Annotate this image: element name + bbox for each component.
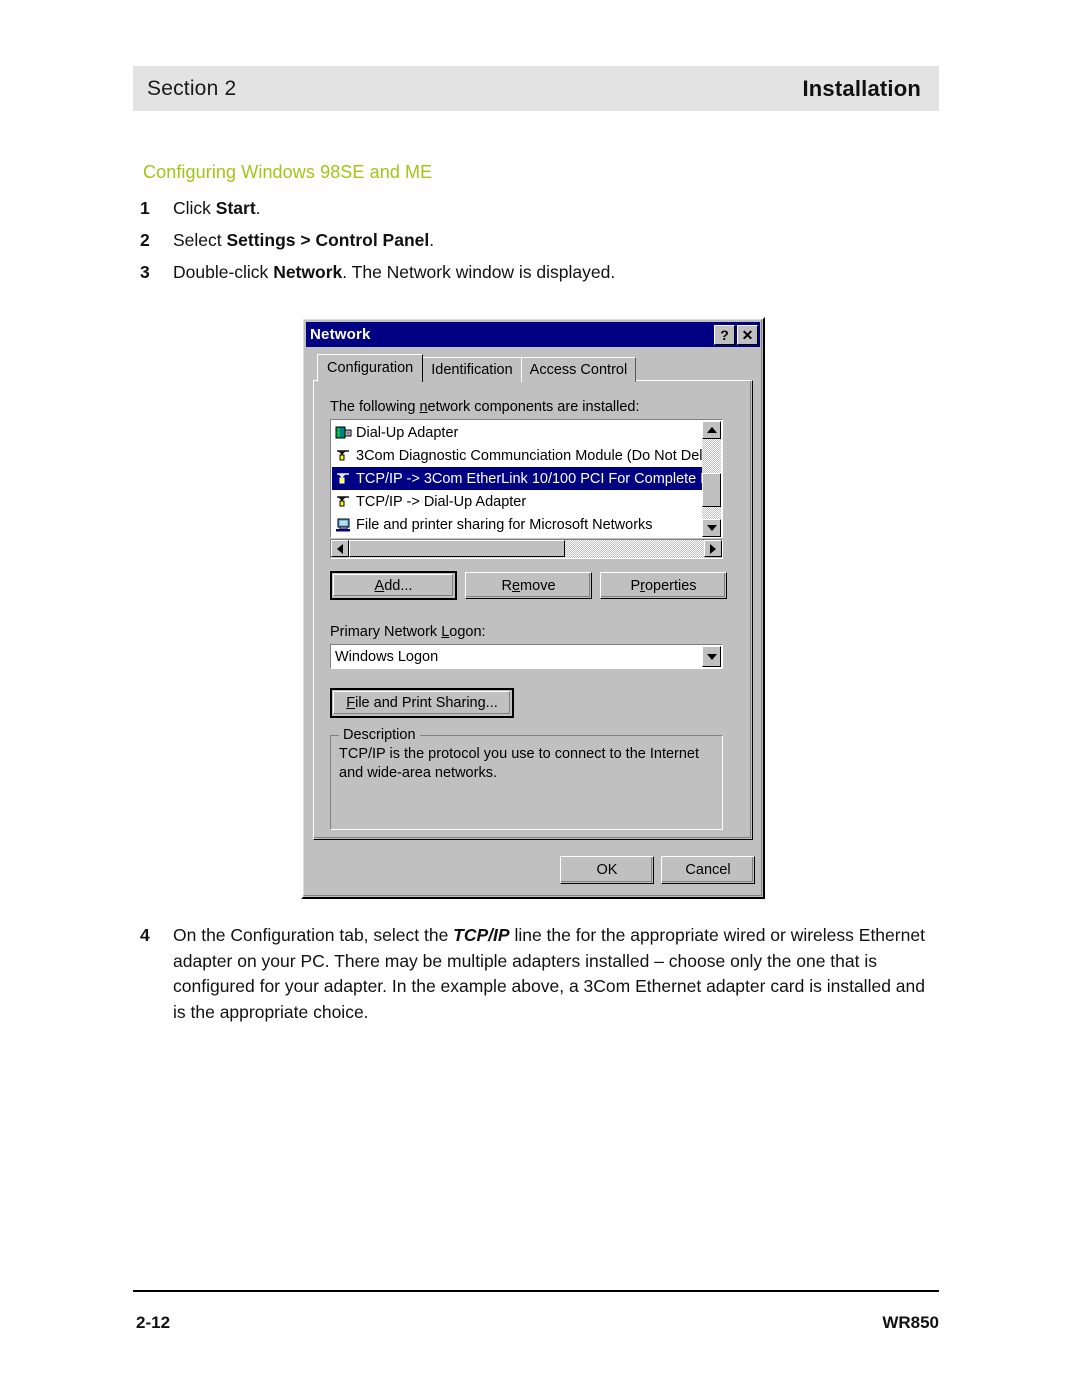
tab-identification[interactable]: Identification — [422, 357, 522, 382]
properties-button[interactable]: Properties — [600, 572, 727, 599]
help-icon[interactable]: ? — [714, 324, 735, 345]
ok-button[interactable]: OK — [560, 856, 654, 884]
list-item-label: TCP/IP -> Dial-Up Adapter — [356, 493, 527, 510]
protocol-icon — [335, 494, 353, 510]
tab-access-control[interactable]: Access Control — [520, 357, 637, 382]
list-scroll-area: Dial-Up Adapter 3Com Diagnostic Communci… — [332, 421, 704, 537]
step-number: 2 — [140, 230, 150, 250]
network-adapter-icon — [335, 425, 353, 441]
scroll-left-button[interactable] — [331, 540, 349, 557]
step-number: 1 — [140, 198, 150, 218]
list-item[interactable]: File and printer sharing for Microsoft N… — [332, 513, 704, 536]
step-item: 1 Click Start. — [140, 196, 840, 221]
arrow-right-icon — [710, 543, 716, 554]
dialog-title-bar[interactable]: Network ? ✕ — [306, 322, 760, 347]
list-item-label: File and printer sharing for Microsoft N… — [356, 516, 653, 533]
dialog-title: Network — [310, 326, 371, 343]
dialog-tabs: Configuration Identification Access Cont… — [317, 354, 637, 382]
arrow-down-glyph — [706, 653, 717, 660]
arrow-left-icon — [337, 543, 343, 554]
add-button[interactable]: Add... — [330, 571, 457, 600]
step-text: Click Start. — [173, 198, 261, 218]
list-item[interactable]: Dial-Up Adapter — [332, 421, 704, 444]
primary-logon-select[interactable]: Windows Logon — [330, 644, 723, 669]
list-item-selected[interactable]: TCP/IP -> 3Com EtherLink 10/100 PCI For … — [332, 467, 704, 490]
scroll-down-button[interactable] — [702, 519, 721, 537]
subsection-heading: Configuring Windows 98SE and ME — [143, 162, 433, 182]
step-text: Double-click Network. The Network window… — [173, 262, 616, 282]
list-vertical-scrollbar[interactable] — [702, 421, 721, 537]
network-dialog: Network ? ✕ Configuration Identification… — [301, 317, 765, 899]
protocol-icon — [335, 471, 353, 487]
step-item: 2 Select Settings > Control Panel. — [140, 228, 840, 253]
list-item[interactable]: TCP/IP -> Dial-Up Adapter — [332, 490, 704, 513]
step-text: Select Settings > Control Panel. — [173, 230, 435, 250]
page-number: 2-12 — [136, 1313, 171, 1332]
network-components-list[interactable]: Dial-Up Adapter 3Com Diagnostic Communci… — [330, 419, 723, 538]
list-item[interactable]: 3Com Diagnostic Communciation Module (Do… — [332, 444, 704, 467]
close-icon[interactable]: ✕ — [737, 324, 758, 345]
step-item: 4 On the Configuration tab, select the T… — [140, 923, 940, 1025]
chevron-down-icon[interactable] — [702, 646, 721, 667]
file-print-sharing-button[interactable]: File and Print Sharing... — [330, 688, 514, 718]
vertical-scroll-thumb[interactable] — [702, 473, 721, 507]
description-text: TCP/IP is the protocol you use to connec… — [339, 746, 700, 781]
cancel-button[interactable]: Cancel — [661, 856, 755, 884]
description-title: Description — [339, 727, 420, 743]
horizontal-scroll-thumb[interactable] — [349, 540, 565, 557]
scroll-right-button[interactable] — [704, 540, 722, 557]
scroll-up-button[interactable] — [702, 421, 721, 439]
step-number: 3 — [140, 262, 150, 282]
step-number: 4 — [140, 925, 150, 945]
list-item-label: TCP/IP -> 3Com EtherLink 10/100 PCI For … — [356, 470, 704, 487]
list-horizontal-scrollbar[interactable] — [330, 539, 723, 559]
list-item-label: Dial-Up Adapter — [356, 424, 459, 441]
arrow-up-icon — [706, 427, 717, 433]
tab-configuration[interactable]: Configuration — [317, 354, 424, 382]
page-header: Section 2 Installation — [133, 66, 939, 111]
remove-button[interactable]: Remove — [465, 572, 592, 599]
primary-logon-value: Windows Logon — [335, 648, 439, 665]
page-title: Installation — [802, 75, 921, 101]
arrow-down-icon — [706, 525, 717, 531]
footer-divider — [133, 1290, 939, 1292]
model-number: WR850 — [882, 1313, 939, 1332]
primary-logon-label: Primary Network Logon: — [330, 624, 486, 640]
protocol-icon — [335, 448, 353, 464]
components-label: The following network components are ins… — [330, 399, 640, 415]
section-label: Section 2 — [147, 76, 237, 100]
step-item: 3 Double-click Network. The Network wind… — [140, 260, 900, 285]
list-item-label: 3Com Diagnostic Communciation Module (Do… — [356, 447, 704, 464]
step-text: On the Configuration tab, select the TCP… — [173, 925, 925, 1022]
service-icon — [335, 517, 353, 533]
